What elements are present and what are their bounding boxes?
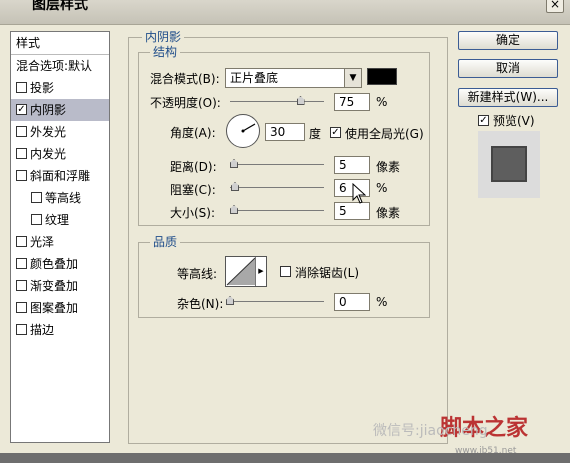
angle-label: 角度(A):: [170, 126, 216, 140]
opacity-unit: %: [376, 95, 388, 109]
style-item-label: 光泽: [30, 235, 55, 249]
style-item-checkbox[interactable]: [16, 148, 27, 159]
style-item[interactable]: 混合选项:默认: [11, 55, 109, 77]
size-label: 大小(S):: [170, 206, 216, 220]
chevron-down-icon: ▼: [344, 69, 361, 87]
antialias-checkbox[interactable]: [280, 266, 291, 277]
contour-label: 等高线:: [177, 267, 218, 281]
preview-label: 预览(V): [493, 114, 535, 128]
distance-input[interactable]: 5: [334, 156, 370, 174]
angle-dial[interactable]: [226, 114, 260, 148]
blend-mode-value: 正片叠底: [230, 71, 279, 85]
style-item[interactable]: 内发光: [11, 143, 109, 165]
new-style-button[interactable]: 新建样式(W)...: [458, 88, 558, 107]
style-item-checkbox[interactable]: [16, 280, 27, 291]
style-item[interactable]: 纹理: [11, 209, 109, 231]
style-item-checkbox[interactable]: [16, 170, 27, 181]
angle-unit: 度: [309, 127, 322, 141]
ok-button[interactable]: 确定: [458, 31, 558, 50]
style-item-checkbox[interactable]: [31, 214, 42, 225]
distance-label: 距离(D):: [170, 160, 217, 174]
structure-title: 结构: [150, 43, 181, 60]
style-item-checkbox[interactable]: [31, 192, 42, 203]
style-item-checkbox[interactable]: [16, 324, 27, 335]
style-item[interactable]: 图案叠加: [11, 297, 109, 319]
style-preview: [478, 131, 540, 198]
title-bar: 图层样式 ×: [0, 0, 570, 25]
size-slider-track[interactable]: [230, 210, 324, 211]
window-title: 图层样式: [32, 0, 88, 13]
opacity-label: 不透明度(O):: [150, 96, 221, 110]
choke-unit: %: [376, 181, 388, 195]
close-icon[interactable]: ×: [546, 0, 564, 13]
style-item[interactable]: 光泽: [11, 231, 109, 253]
style-item-label: 内阴影: [30, 103, 67, 117]
style-item-checkbox[interactable]: [16, 82, 27, 93]
style-item[interactable]: 等高线: [11, 187, 109, 209]
style-item-checkbox[interactable]: [16, 302, 27, 313]
noise-slider-track[interactable]: [230, 301, 324, 302]
preview-square: [491, 146, 527, 182]
choke-label: 阻塞(C):: [170, 183, 216, 197]
style-item-label: 渐变叠加: [30, 279, 79, 293]
style-item[interactable]: 外发光: [11, 121, 109, 143]
style-list-header[interactable]: 样式: [11, 32, 109, 55]
noise-input[interactable]: 0: [334, 293, 370, 311]
watermark-text: 微信号:jiaocheng: [373, 423, 488, 439]
style-item-label: 颜色叠加: [30, 257, 79, 271]
style-item-checkbox[interactable]: [16, 126, 27, 137]
style-item-label: 投影: [30, 81, 55, 95]
style-item-checkbox[interactable]: [16, 258, 27, 269]
style-item-label: 外发光: [30, 125, 67, 139]
contour-picker[interactable]: ▶: [225, 256, 267, 287]
opacity-input[interactable]: 75: [334, 93, 370, 111]
global-light-label: 使用全局光(G): [345, 127, 424, 141]
style-item-label: 描边: [30, 323, 55, 337]
style-item-label: 混合选项:默认: [16, 59, 93, 73]
global-light-checkbox[interactable]: ✓: [330, 127, 341, 138]
shadow-color-swatch[interactable]: [367, 68, 397, 85]
style-item-label: 纹理: [45, 213, 70, 227]
style-item[interactable]: 颜色叠加: [11, 253, 109, 275]
style-item[interactable]: 投影: [11, 77, 109, 99]
style-item[interactable]: 斜面和浮雕: [11, 165, 109, 187]
style-item-label: 斜面和浮雕: [30, 169, 91, 183]
style-item-checkbox[interactable]: [16, 236, 27, 247]
style-item[interactable]: 描边: [11, 319, 109, 341]
size-unit: 像素: [376, 206, 401, 220]
antialias-label: 消除锯齿(L): [295, 266, 360, 280]
noise-label: 杂色(N):: [177, 297, 224, 311]
blend-mode-label: 混合模式(B):: [150, 72, 220, 86]
chevron-right-icon: ▶: [255, 257, 266, 286]
blend-mode-select[interactable]: 正片叠底 ▼: [225, 68, 362, 88]
distance-slider-track[interactable]: [230, 164, 324, 165]
bottom-strip: [0, 453, 570, 463]
cancel-button[interactable]: 取消: [458, 59, 558, 78]
style-item-checkbox[interactable]: ✓: [16, 104, 27, 115]
angle-input[interactable]: 30: [265, 123, 305, 141]
preview-checkbox[interactable]: ✓: [478, 115, 489, 126]
style-item-label: 内发光: [30, 147, 67, 161]
choke-slider-track[interactable]: [230, 187, 324, 188]
contour-curve-icon: [226, 257, 256, 286]
style-item-label: 图案叠加: [30, 301, 79, 315]
style-item[interactable]: 渐变叠加: [11, 275, 109, 297]
style-item[interactable]: ✓ 内阴影: [11, 99, 109, 121]
noise-unit: %: [376, 295, 388, 309]
quality-title: 品质: [150, 233, 181, 250]
opacity-slider-track[interactable]: [230, 101, 324, 102]
mouse-cursor-icon: [352, 183, 366, 204]
distance-unit: 像素: [376, 160, 401, 174]
style-list: 样式 混合选项:默认 投影 ✓ 内阴影 外发光 内发光 斜面和浮雕 等高线 纹理 光泽 颜色叠加 渐变…: [10, 31, 110, 443]
style-item-label: 等高线: [45, 191, 82, 205]
